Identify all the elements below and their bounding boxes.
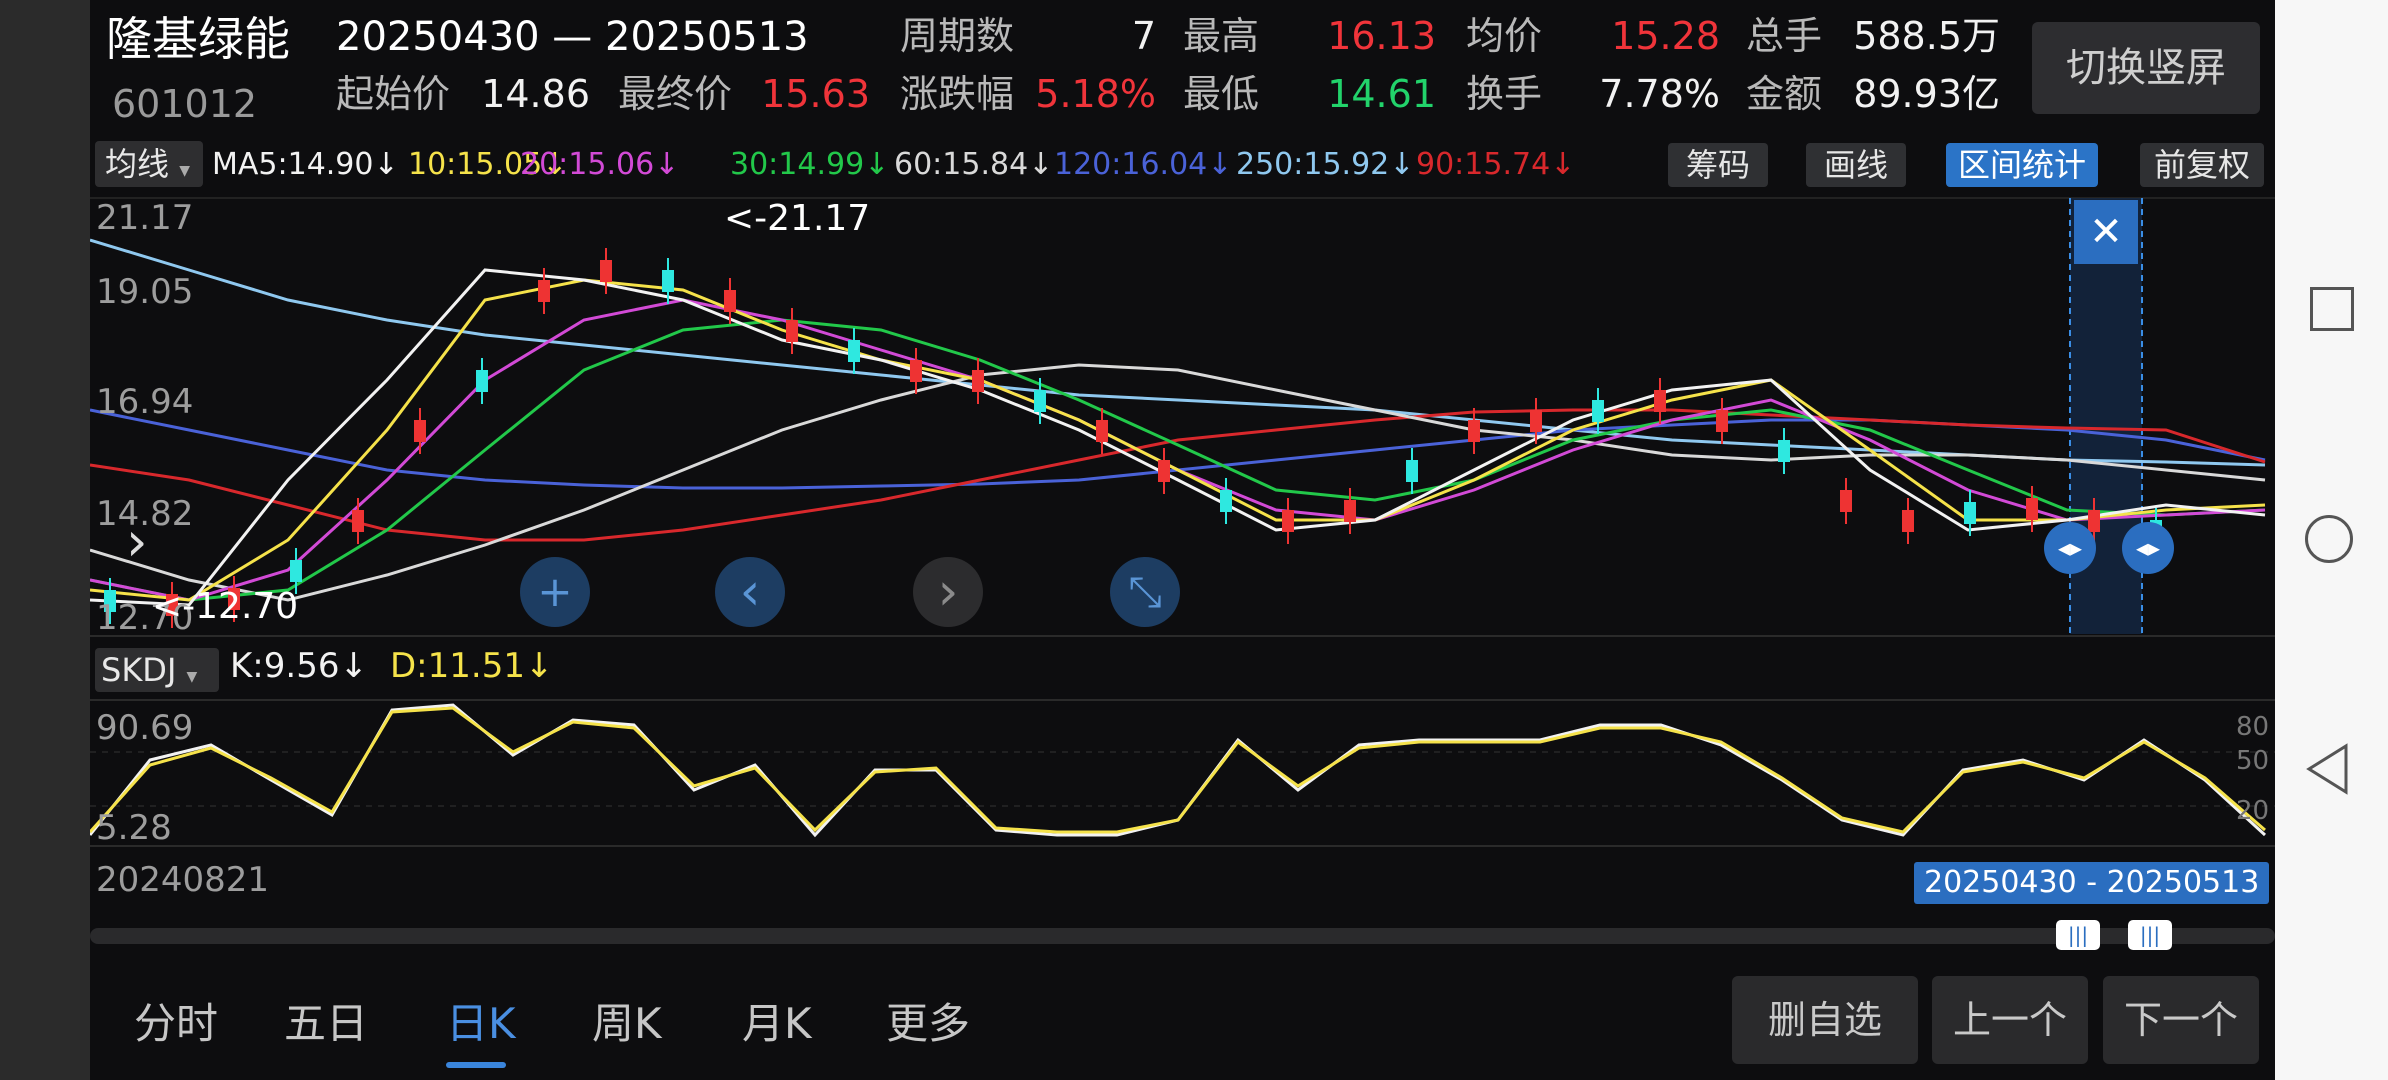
skdj-y-min: 5.28 <box>96 808 172 848</box>
period-tab[interactable]: 五日 <box>284 990 368 1051</box>
stock-chart-screen: 隆基绿能 601012 20250430 — 20250513 周期数 7 最高 16… <box>90 0 2275 1080</box>
candle-body <box>848 340 860 362</box>
max-price-marker: <-21.17 <box>724 198 871 239</box>
next-stock-button[interactable]: 下一个 <box>2103 976 2259 1064</box>
zoom-in-icon[interactable]: + <box>520 557 590 627</box>
candle-body <box>1034 390 1046 412</box>
ma-line <box>90 318 2266 602</box>
candle-body <box>1654 390 1666 412</box>
candle-body <box>786 320 798 342</box>
candle-body <box>352 510 364 532</box>
back-icon[interactable] <box>2301 740 2361 800</box>
scrollbar-left-handle[interactable]: ||| <box>2056 920 2100 950</box>
system-nav-bar <box>2275 0 2388 1080</box>
expand-left-icon[interactable]: › <box>126 510 148 573</box>
recent-apps-icon[interactable] <box>2310 287 2354 331</box>
remove-favorite-button[interactable]: 删自选 <box>1732 976 1918 1064</box>
chart-start-date: 20240821 <box>96 860 270 900</box>
candle-body <box>1282 510 1294 532</box>
candle-body <box>1902 510 1914 532</box>
skdj-d-line <box>90 706 2266 834</box>
period-tab[interactable]: 周K <box>592 990 662 1051</box>
scrollbar-right-handle[interactable]: ||| <box>2128 920 2172 950</box>
skdj-level-50: 50 <box>2236 746 2270 776</box>
candle-body <box>2088 510 2100 532</box>
period-tab[interactable]: 日K <box>446 990 516 1051</box>
close-range-button[interactable]: ✕ <box>2074 200 2138 264</box>
period-tab[interactable]: 月K <box>742 990 812 1051</box>
skdj-dropdown-label: SKDJ <box>101 651 177 689</box>
candle-body <box>290 560 302 582</box>
previous-stock-button[interactable]: 上一个 <box>1932 976 2088 1064</box>
skdj-k-value: K:9.56↓ <box>230 646 368 686</box>
candle-body <box>1840 490 1852 512</box>
candle-body <box>1964 502 1976 524</box>
candle-body <box>476 370 488 392</box>
scroll-right-icon[interactable]: › <box>913 557 983 627</box>
candle-body <box>1096 420 1108 442</box>
candle-body <box>1344 500 1356 522</box>
scroll-left-icon[interactable]: ‹ <box>715 557 785 627</box>
skdj-level-20: 20 <box>2236 796 2270 826</box>
y-label-max: 21.17 <box>96 198 194 238</box>
candle-body <box>910 360 922 382</box>
skdj-d-value: D:11.51↓ <box>390 646 554 686</box>
period-tab[interactable]: 更多 <box>886 990 970 1051</box>
home-icon[interactable] <box>2305 515 2353 563</box>
candle-body <box>1158 460 1170 482</box>
candle-body <box>414 420 426 442</box>
candle-body <box>600 260 612 282</box>
candle-body <box>1468 420 1480 442</box>
candle-body <box>1778 440 1790 462</box>
kline-chart[interactable] <box>90 0 2275 1080</box>
range-right-handle[interactable]: ◂▸ <box>2122 522 2174 574</box>
skdj-dropdown[interactable]: SKDJ ▼ <box>95 648 219 692</box>
time-scrollbar[interactable] <box>90 928 2275 944</box>
active-tab-underline <box>446 1062 506 1068</box>
range-date-badge: 20250430 - 20250513 <box>1914 862 2270 904</box>
candle-body <box>1220 490 1232 512</box>
collapse-icon[interactable]: ⤡ <box>1110 557 1180 627</box>
candle-body <box>1530 410 1542 432</box>
candle-body <box>1592 400 1604 422</box>
candle-body <box>724 290 736 312</box>
skdj-y-max: 90.69 <box>96 708 194 748</box>
min-price-marker: <-12.70 <box>152 586 299 627</box>
y-label-3: 16.94 <box>96 382 194 422</box>
dropdown-caret-icon: ▼ <box>186 669 198 685</box>
y-label-2: 19.05 <box>96 272 194 312</box>
skdj-k-line <box>90 703 2267 838</box>
range-left-handle[interactable]: ◂▸ <box>2044 522 2096 574</box>
candle-body <box>662 270 674 292</box>
candle-body <box>972 370 984 392</box>
candle-body <box>2026 498 2038 520</box>
candle-body <box>1406 460 1418 482</box>
skdj-level-80: 80 <box>2236 712 2270 742</box>
candle-body <box>538 280 550 302</box>
period-tab[interactable]: 分时 <box>134 990 218 1051</box>
candle-body <box>1716 410 1728 432</box>
